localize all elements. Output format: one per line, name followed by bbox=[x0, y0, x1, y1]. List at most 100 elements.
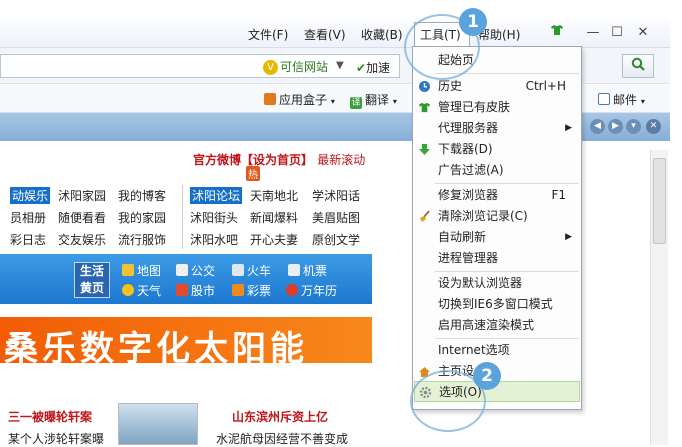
menu-view[interactable]: 查看(V) bbox=[304, 26, 346, 43]
train-icon bbox=[232, 264, 244, 276]
life-yellowpages-badge[interactable]: 生活 黄页 bbox=[74, 262, 110, 298]
grid-link[interactable]: 我的家园 bbox=[118, 209, 166, 226]
grid-link[interactable]: 沭阳街头 bbox=[190, 209, 238, 226]
accelerate-icon: ✔ bbox=[356, 61, 367, 75]
menu-item-ie6-mode[interactable]: 切换到IE6多窗口模式 bbox=[414, 294, 580, 315]
mail-icon bbox=[598, 93, 610, 105]
menu-item-fast-render[interactable]: 启用高速渲染模式 bbox=[414, 315, 580, 336]
menu-bar: 文件(F) 查看(V) 收藏(B) 工具(T) 帮助(H) — ☐ ✕ bbox=[0, 20, 670, 48]
scrollbar-thumb[interactable] bbox=[653, 158, 666, 244]
grid-link[interactable]: 新闻爆料 bbox=[250, 209, 298, 226]
lottery-link[interactable]: 彩票 bbox=[232, 282, 271, 299]
translate-button[interactable]: 译翻译 ▾ bbox=[350, 91, 397, 109]
menu-item-downloader[interactable]: 下载器(D) bbox=[414, 139, 580, 160]
map-link[interactable]: 地图 bbox=[122, 262, 161, 279]
grid-link[interactable]: 沭阳家园 bbox=[58, 187, 106, 204]
minimize-button[interactable]: — bbox=[584, 24, 602, 42]
menu-item-set-default[interactable]: 设为默认浏览器 bbox=[414, 273, 580, 294]
ad-banner[interactable]: 桑乐数字化太阳能 bbox=[0, 317, 372, 369]
tab-scroll-left-icon[interactable]: ◀ bbox=[590, 119, 605, 134]
grid-link[interactable]: 开心夫妻 bbox=[250, 231, 298, 248]
menu-item-label: 代理服务器 bbox=[438, 121, 499, 135]
callout-number-2: 2 bbox=[473, 362, 501, 390]
grid-link[interactable]: 随便看看 bbox=[58, 209, 106, 226]
train-label: 火车 bbox=[247, 264, 272, 278]
set-home-link[interactable]: 【设为首页】 bbox=[241, 153, 313, 167]
restore-button[interactable]: ☐ bbox=[608, 24, 626, 42]
menu-separator bbox=[435, 338, 579, 339]
bus-link[interactable]: 公交 bbox=[176, 262, 215, 279]
grid-link[interactable]: 原创文学 bbox=[312, 231, 360, 248]
map-label: 地图 bbox=[137, 264, 162, 278]
menu-separator bbox=[435, 183, 579, 184]
stock-link[interactable]: 股市 bbox=[176, 282, 215, 299]
bus-icon bbox=[176, 264, 188, 276]
grid-link[interactable]: 彩日志 bbox=[10, 231, 46, 248]
calendar-link[interactable]: 万年历 bbox=[286, 282, 337, 299]
menu-item-proxy[interactable]: 代理服务器 ▶ bbox=[414, 118, 580, 139]
plane-icon bbox=[288, 264, 300, 276]
tab-list-icon[interactable]: ▾ bbox=[626, 119, 641, 134]
menu-separator bbox=[435, 271, 579, 272]
verified-icon: V bbox=[263, 60, 278, 75]
search-button[interactable] bbox=[622, 54, 654, 78]
skin-shirt-icon bbox=[418, 102, 431, 113]
menu-item-clear-history[interactable]: 清除浏览记录(C) bbox=[414, 206, 580, 227]
grid-link[interactable]: 沭阳水吧 bbox=[190, 231, 238, 248]
train-link[interactable]: 火车 bbox=[232, 262, 271, 279]
menu-item-manage-skins[interactable]: 管理已有皮肤 bbox=[414, 97, 580, 118]
menu-item-internet-options[interactable]: Internet选项 bbox=[414, 340, 580, 361]
skin-shirt-icon[interactable] bbox=[548, 24, 566, 42]
broom-icon bbox=[420, 210, 430, 222]
verified-label: 可信网站 bbox=[280, 60, 329, 74]
grid-link[interactable]: 美眉贴图 bbox=[312, 209, 360, 226]
weather-label: 天气 bbox=[137, 284, 162, 298]
menu-favorites[interactable]: 收藏(B) bbox=[361, 26, 403, 43]
banner-text: 桑乐数字化太阳能 bbox=[4, 329, 308, 369]
sun-icon bbox=[122, 284, 134, 296]
menu-item-auto-refresh[interactable]: 自动刷新 ▶ bbox=[414, 227, 580, 248]
grid-link[interactable]: 学沭阳话 bbox=[312, 187, 360, 204]
accelerate-button[interactable]: ✔加速 bbox=[356, 59, 390, 76]
news-scroll-link[interactable]: 最新滚动 bbox=[317, 153, 365, 167]
news-title-left[interactable]: 三一被曝轮轩案 bbox=[8, 408, 92, 425]
translate-label: 翻译 bbox=[365, 93, 390, 107]
stock-label: 股市 bbox=[191, 284, 216, 298]
grid-link[interactable]: 动娱乐 bbox=[10, 187, 51, 204]
mail-button[interactable]: 邮件 ▾ bbox=[598, 91, 645, 108]
search-icon bbox=[631, 57, 645, 71]
news-sub-left[interactable]: 某个人涉轮轩案曝 bbox=[8, 430, 104, 447]
news-thumbnail[interactable] bbox=[118, 403, 198, 445]
tab-scroll-right-icon[interactable]: ▶ bbox=[608, 119, 623, 134]
submenu-arrow-icon: ▶ bbox=[565, 232, 572, 242]
menu-item-label: Internet选项 bbox=[438, 343, 510, 357]
chevron-down-icon[interactable]: ▼ bbox=[336, 60, 344, 71]
grid-link[interactable]: 交友娱乐 bbox=[58, 231, 106, 248]
cube-icon bbox=[264, 93, 276, 105]
news-sub-right[interactable]: 水泥航母因经营不善变成 bbox=[216, 430, 348, 447]
menu-item-repair[interactable]: 修复浏览器 F1 bbox=[414, 185, 580, 206]
menu-item-label: 切换到IE6多窗口模式 bbox=[438, 297, 553, 311]
menu-item-label: 管理已有皮肤 bbox=[438, 100, 511, 114]
lottery-icon bbox=[232, 284, 244, 296]
grid-link[interactable]: 天南地北 bbox=[250, 187, 298, 204]
grid-link[interactable]: 我的博客 bbox=[118, 187, 166, 204]
menu-item-adblock[interactable]: 广告过滤(A) bbox=[414, 160, 580, 181]
menu-file[interactable]: 文件(F) bbox=[248, 26, 288, 43]
weibo-link[interactable]: 官方微博【设为首页】 最新滚动 bbox=[193, 151, 365, 168]
bus-label: 公交 bbox=[191, 264, 216, 278]
grid-link[interactable]: 沭阳论坛 bbox=[190, 187, 243, 204]
news-title-right[interactable]: 山东滨州斥资上亿 bbox=[232, 408, 328, 425]
vertical-scrollbar[interactable] bbox=[650, 150, 668, 445]
verified-site-badge[interactable]: V 可信网站 bbox=[263, 58, 328, 75]
grid-link[interactable]: 流行服饰 bbox=[118, 231, 166, 248]
tab-close-icon[interactable]: ✕ bbox=[646, 119, 661, 134]
close-button[interactable]: ✕ bbox=[634, 24, 652, 42]
menu-item-label: 清除浏览记录(C) bbox=[438, 209, 528, 223]
flight-link[interactable]: 机票 bbox=[288, 262, 327, 279]
clock-icon bbox=[286, 284, 298, 296]
weather-link[interactable]: 天气 bbox=[122, 282, 161, 299]
appbox-button[interactable]: 应用盒子 ▾ bbox=[264, 91, 335, 108]
menu-item-process-manager[interactable]: 进程管理器 bbox=[414, 248, 580, 269]
grid-link[interactable]: 员相册 bbox=[10, 209, 46, 226]
